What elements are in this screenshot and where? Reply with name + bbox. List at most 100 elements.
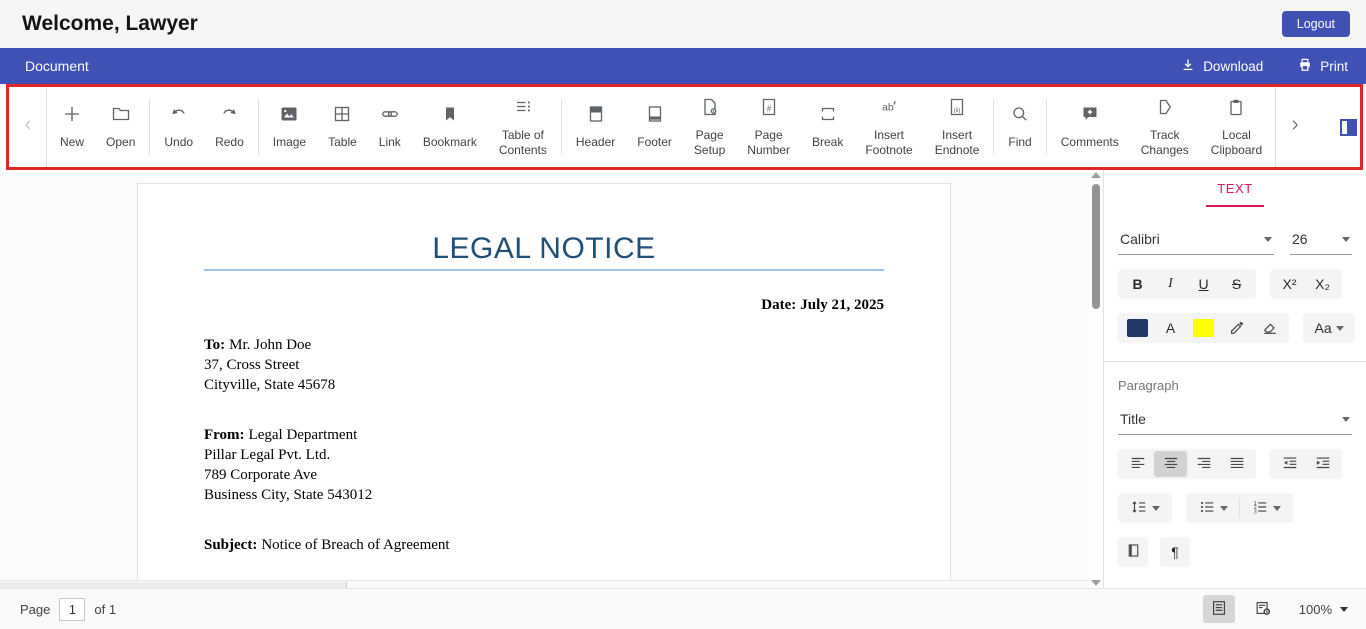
app-header: Welcome, Lawyer Logout [0,0,1366,48]
svg-text:ab: ab [882,101,894,113]
zoom-dropdown[interactable]: 100% [1299,602,1348,617]
font-family-dropdown[interactable]: Calibri [1118,231,1274,255]
horizontal-scrollbar-thumb[interactable] [0,582,347,588]
align-left-button[interactable] [1121,451,1154,477]
script-group: X² X₂ [1270,269,1342,299]
track-changes-button[interactable]: Track Changes [1130,87,1200,167]
italic-button[interactable]: I [1154,271,1187,297]
open-icon [111,104,131,129]
decrease-indent-button[interactable] [1273,451,1306,477]
redo-button[interactable]: Redo [204,87,255,167]
chevron-down-icon [1273,506,1281,511]
open-button[interactable]: Open [95,87,146,167]
justify-button[interactable] [1220,451,1253,477]
numbered-list-icon: 123 [1251,498,1269,519]
local-clipboard-button[interactable]: Local Clipboard [1200,87,1273,167]
subscript-button[interactable]: X₂ [1306,271,1339,297]
table-of-contents-icon [513,97,533,122]
chevron-left-icon [21,118,35,137]
header-icon [586,104,606,129]
undo-button[interactable]: Undo [153,87,204,167]
insert-endnote-button[interactable]: (ii) Insert Endnote [924,87,991,167]
bullet-list-dropdown[interactable] [1189,495,1237,521]
line-spacing-dropdown[interactable] [1121,495,1169,521]
print-button[interactable]: Print [1297,57,1348,76]
print-layout-button[interactable] [1203,595,1235,623]
link-button[interactable]: Link [368,87,412,167]
web-layout-button[interactable] [1247,595,1279,623]
viewer-canvas: LEGAL NOTICE Date:July 21, 2025 To:Mr. J… [0,170,1089,580]
table-icon [332,104,352,129]
insert-footnote-button[interactable]: ab Insert Footnote [854,87,923,167]
chevron-down-icon [1220,506,1228,511]
align-right-button[interactable] [1187,451,1220,477]
font-color-icon [1127,319,1148,337]
clear-format-button[interactable] [1253,315,1286,341]
show-paragraph-marks-button[interactable]: ¶ [1160,537,1190,567]
footer-icon [645,104,665,129]
superscript-button[interactable]: X² [1273,271,1306,297]
bold-button[interactable]: B [1121,271,1154,297]
numbered-list-dropdown[interactable]: 123 [1242,495,1290,521]
image-button[interactable]: Image [262,87,317,167]
toolbar-scroll-right-button[interactable] [1275,87,1313,167]
new-button[interactable]: New [49,87,95,167]
find-button[interactable]: Find [997,87,1042,167]
toolbar-scroll-left-button[interactable] [9,87,47,167]
page-setup-button[interactable]: Page Setup [683,87,736,167]
table-of-contents-button[interactable]: Table of Contents [488,87,558,167]
print-layout-icon [1210,599,1228,620]
highlight-color-swatch[interactable] [1187,315,1220,341]
change-case-button[interactable]: Aa [1306,315,1352,341]
page-setup-icon [700,97,720,122]
page-number-input[interactable] [59,598,85,621]
break-icon [818,104,838,129]
underline-button[interactable]: U [1187,271,1220,297]
link-icon [380,104,400,129]
borders-button[interactable] [1118,537,1148,567]
font-color-swatch[interactable] [1121,315,1154,341]
page-label: Page [20,602,50,617]
text-properties-panel: TEXT Calibri 26 B I U S X² X₂ [1103,170,1366,588]
document-page[interactable]: LEGAL NOTICE Date:July 21, 2025 To:Mr. J… [137,183,951,580]
bookmark-button[interactable]: Bookmark [412,87,488,167]
new-icon [62,104,82,129]
menubar-title: Document [25,58,89,74]
document-menubar: Document Download Print [0,48,1366,84]
properties-pane-toggle-button[interactable] [1313,87,1366,167]
header-button[interactable]: Header [565,87,626,167]
chevron-down-icon [1336,326,1344,331]
page-number-button[interactable]: # Page Number [736,87,801,167]
logout-button[interactable]: Logout [1282,11,1350,37]
comments-button[interactable]: Comments [1050,87,1130,167]
borders-icon [1125,542,1142,562]
svg-text:(ii): (ii) [954,108,961,114]
scroll-down-arrow-icon[interactable] [1091,580,1101,586]
highlight-pen-button[interactable] [1220,315,1253,341]
download-button[interactable]: Download [1180,57,1263,76]
break-button[interactable]: Break [801,87,854,167]
strikethrough-button[interactable]: S [1220,271,1253,297]
page-title: Welcome, Lawyer [22,12,198,36]
align-center-button[interactable] [1154,451,1187,477]
toolbar-separator [1046,99,1047,155]
chevron-down-icon [1342,237,1350,242]
print-icon [1297,57,1313,76]
vertical-scrollbar-thumb[interactable] [1092,184,1100,309]
font-color-button[interactable]: A [1154,315,1187,341]
scroll-up-arrow-icon[interactable] [1091,172,1101,178]
increase-indent-button[interactable] [1306,451,1339,477]
highlight-color-icon [1193,319,1214,337]
horizontal-scrollbar[interactable] [0,580,1089,588]
statusbar: Page of 1 100% [0,588,1366,629]
paragraph-style-dropdown[interactable]: Title [1118,411,1352,435]
page-of-label: of 1 [94,602,116,617]
tab-text[interactable]: TEXT [1118,180,1352,207]
image-icon [279,104,299,129]
editor-main: LEGAL NOTICE Date:July 21, 2025 To:Mr. J… [0,170,1366,588]
table-button[interactable]: Table [317,87,368,167]
list-group: 123 [1186,493,1293,523]
vertical-scrollbar[interactable] [1089,170,1103,588]
font-size-dropdown[interactable]: 26 [1290,231,1352,255]
footer-button[interactable]: Footer [626,87,683,167]
